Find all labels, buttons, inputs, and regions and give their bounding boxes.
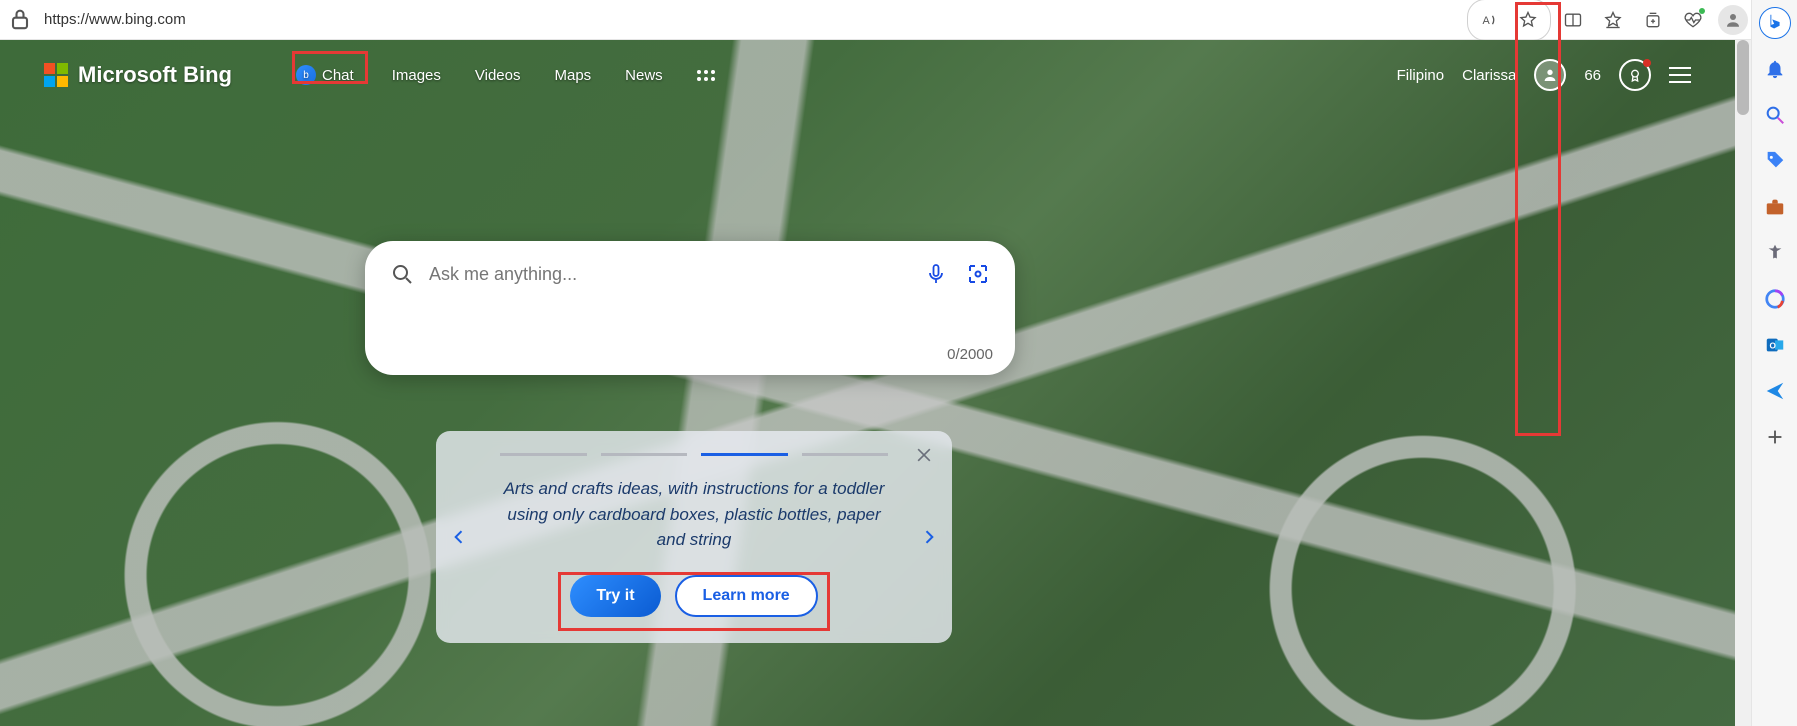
sidebar-search-icon[interactable] [1758,98,1792,132]
edge-sidebar: O [1751,0,1797,726]
search-box: 0/2000 [365,241,1015,375]
address-bar-input[interactable] [38,7,1459,32]
nav-videos[interactable]: Videos [475,67,521,84]
char-counter: 0/2000 [947,346,993,363]
favorite-star-icon[interactable] [1510,2,1546,38]
try-it-button[interactable]: Try it [570,575,660,617]
user-avatar-icon[interactable] [1534,59,1566,91]
promo-prev-icon[interactable] [446,524,472,550]
sidebar-add-icon[interactable] [1758,420,1792,454]
collections-icon[interactable] [1635,2,1671,38]
site-info-lock-icon[interactable] [6,6,34,34]
svg-text:O: O [1769,342,1776,351]
nav-chat[interactable]: b Chat [292,61,358,89]
search-icon [387,259,417,289]
nav-maps[interactable]: Maps [554,67,591,84]
favorites-list-icon[interactable] [1595,2,1631,38]
nav-more-icon[interactable] [697,70,715,81]
sidebar-outlook-icon[interactable]: O [1758,328,1792,362]
promo-card: Arts and crafts ideas, with instructions… [436,431,952,643]
vertical-scrollbar[interactable] [1735,40,1751,726]
page-viewport: Microsoft Bing b Chat Images Videos Maps… [0,40,1751,726]
microsoft-logo-icon [44,63,68,87]
sidebar-games-icon[interactable] [1758,236,1792,270]
promo-close-icon[interactable] [914,445,934,465]
rewards-points[interactable]: 66 [1584,67,1601,84]
sidebar-bell-icon[interactable] [1758,52,1792,86]
nav-chat-label: Chat [322,67,354,84]
notification-dot [1699,8,1705,14]
chat-bubble-icon: b [296,65,316,85]
browser-profile-button[interactable] [1715,2,1751,38]
promo-next-icon[interactable] [916,524,942,550]
rewards-badge-icon[interactable] [1619,59,1651,91]
sidebar-bing-icon[interactable] [1758,6,1792,40]
page-actions-group: A [1467,0,1551,41]
voice-search-icon[interactable] [921,259,951,289]
nav-news[interactable]: News [625,67,663,84]
learn-more-button[interactable]: Learn more [675,575,818,617]
promo-text: Arts and crafts ideas, with instructions… [496,476,892,553]
promo-progress [500,453,888,456]
nav-images[interactable]: Images [392,67,441,84]
sidebar-briefcase-icon[interactable] [1758,190,1792,224]
user-name[interactable]: Clarissa [1462,67,1516,84]
bing-logo-text: Microsoft Bing [78,62,232,88]
search-input[interactable] [429,264,909,285]
image-search-icon[interactable] [963,259,993,289]
health-heart-icon[interactable] [1675,2,1711,38]
svg-text:A: A [1483,15,1491,27]
hamburger-menu-icon[interactable] [1669,67,1691,83]
bing-top-nav: Microsoft Bing b Chat Images Videos Maps… [0,40,1735,110]
browser-toolbar: A ••• [0,0,1797,40]
sidebar-shopping-tag-icon[interactable] [1758,144,1792,178]
sidebar-send-icon[interactable] [1758,374,1792,408]
bing-logo[interactable]: Microsoft Bing [44,62,232,88]
language-selector[interactable]: Filipino [1397,67,1445,84]
split-screen-icon[interactable] [1555,2,1591,38]
read-aloud-icon[interactable]: A [1472,2,1508,38]
sidebar-office-icon[interactable] [1758,282,1792,316]
scrollbar-thumb[interactable] [1737,40,1749,115]
